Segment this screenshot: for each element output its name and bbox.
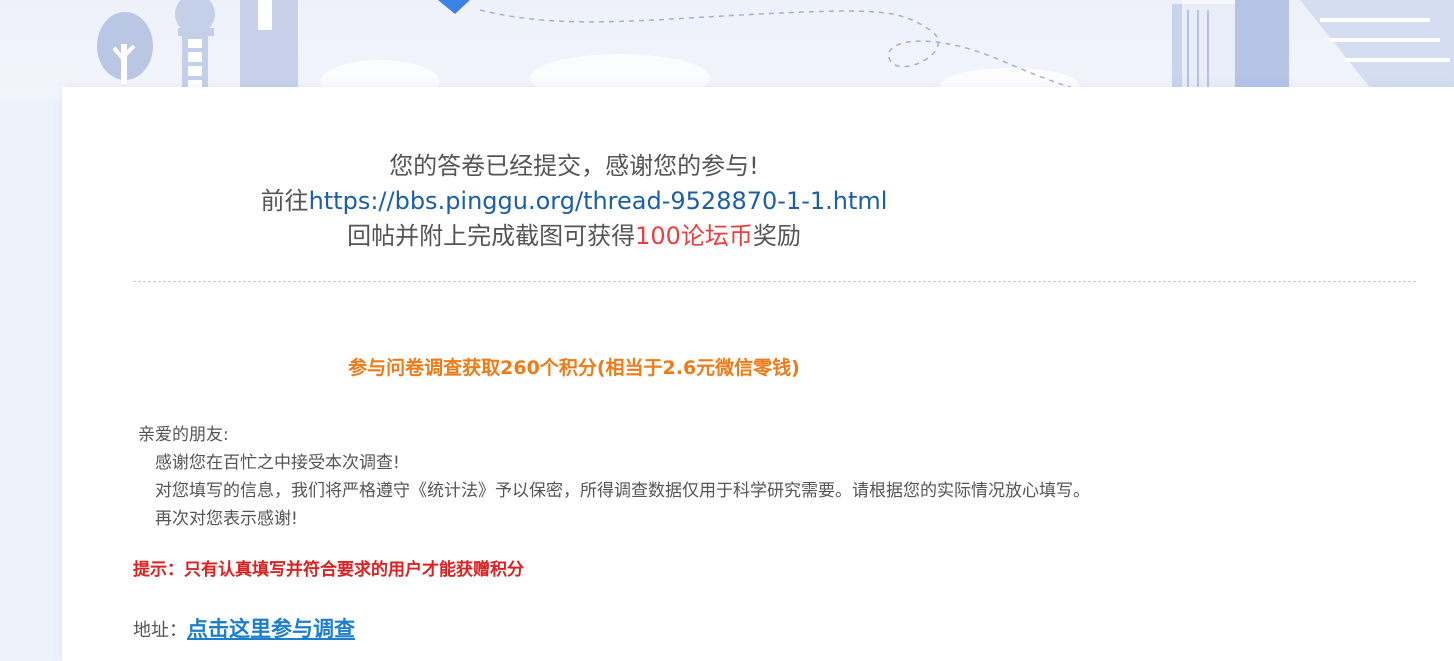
header-banner — [0, 0, 1454, 100]
intro-line: 对您填写的信息，我们将严格遵守《统计法》予以保密，所得调查数据仅用于科学研究需要… — [155, 481, 1090, 501]
forum-link-prefix: 前往 — [260, 187, 309, 215]
reward-suffix: 奖励 — [752, 222, 801, 250]
submission-confirmation: 您的答卷已经提交，感谢您的参与! 前往https://bbs.pinggu.or… — [62, 149, 1086, 254]
survey-address: 地址：点击这里参与调查 — [133, 613, 355, 643]
forum-link-line: 前往https://bbs.pinggu.org/thread-9528870-… — [62, 184, 1086, 219]
skyline-illustration — [97, 0, 1454, 100]
greeting: 亲爱的朋友: — [138, 425, 229, 445]
survey-intro: 亲爱的朋友: 感谢您在百忙之中接受本次调查! 对您填写的信息，我们将严格遵守《统… — [138, 421, 1090, 533]
address-label: 地址： — [133, 620, 187, 641]
reward-prefix: 回帖并附上完成截图可获得 — [347, 222, 636, 250]
join-survey-link[interactable]: 点击这里参与调查 — [187, 617, 355, 641]
intro-line: 再次对您表示感谢! — [155, 509, 298, 529]
result-card: 您的答卷已经提交，感谢您的参与! 前往https://bbs.pinggu.or… — [62, 87, 1454, 661]
survey-title: 参与问卷调查获取260个积分(相当于2.6元微信零钱) — [348, 357, 800, 379]
reward-amount: 100论坛币 — [635, 222, 753, 250]
submitted-heading: 您的答卷已经提交，感谢您的参与! — [389, 152, 759, 180]
reward-line: 回帖并附上完成截图可获得100论坛币奖励 — [62, 219, 1086, 254]
forum-thread-link[interactable]: https://bbs.pinggu.org/thread-9528870-1-… — [309, 187, 888, 215]
points-notice: 提示：只有认真填写并符合要求的用户才能获赠积分 — [133, 560, 524, 580]
dashed-divider — [133, 281, 1416, 282]
intro-line: 感谢您在百忙之中接受本次调查! — [155, 453, 400, 473]
